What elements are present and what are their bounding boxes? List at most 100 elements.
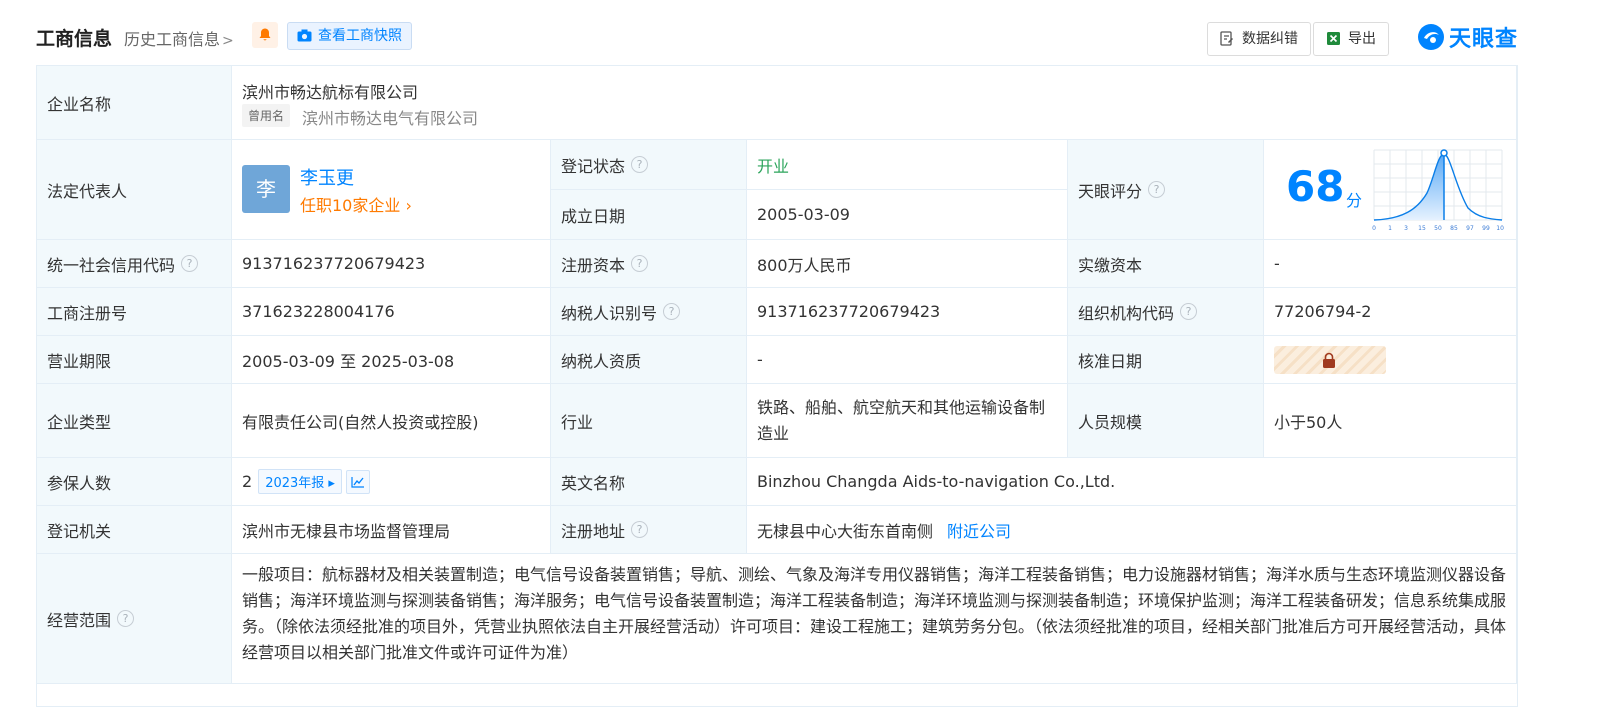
org-code-label: 组织机构代码? [1068, 288, 1264, 336]
data-correct-label[interactable]: 数据纠错 [1242, 31, 1298, 47]
legal-rep-name-link[interactable]: 李玉更 [300, 164, 354, 190]
avatar[interactable]: 李 [242, 165, 290, 213]
reg-no-label: 工商注册号 [37, 288, 232, 336]
help-icon[interactable]: ? [631, 255, 649, 272]
scope-value: 一般项目：航标器材及相关装置制造；电气信号设备装置销售；导航、测绘、气象及海洋专… [232, 554, 1517, 684]
legal-rep-cell: 李 李玉更 任职10家企业 › [232, 140, 551, 240]
bell-button[interactable] [252, 22, 278, 48]
locked-value-button[interactable] [1274, 346, 1386, 374]
label-text: 人员规模 [1078, 412, 1143, 432]
value-text: 2005-03-09 至 2025-03-08 [242, 351, 455, 371]
insured-value: 2 2023年报 ▸ [232, 458, 551, 506]
score-unit: 分 [1346, 191, 1363, 210]
tick-labels: 0 1 3 15 50 85 97 99 100 [1372, 225, 1508, 232]
section-header: 工商信息 历史工商信息 > 查看工商快照 数据纠错 导出 天眼查 [36, 18, 1519, 56]
taxpayer-qual-label: 纳税人资质 [551, 336, 747, 384]
staff-size-value: 小于50人 [1264, 384, 1517, 458]
authority-label: 登记机关 [37, 506, 232, 554]
label-text: 行业 [561, 412, 594, 432]
label-text: 天眼评分 [1078, 181, 1143, 201]
data-correct-button[interactable]: 数据纠错 [1207, 22, 1311, 56]
score-label: 天眼评分? [1068, 140, 1264, 240]
value-text: 913716237720679423 [757, 302, 941, 321]
help-icon[interactable]: ? [631, 521, 649, 538]
value-text: Binzhou Changda Aids-to-navigation Co.,L… [757, 472, 1116, 491]
english-name-value: Binzhou Changda Aids-to-navigation Co.,L… [747, 458, 1517, 506]
founded-label: 成立日期 [551, 190, 747, 240]
logo-text: 天眼查 [1449, 27, 1519, 52]
value-text: 800万人民币 [757, 255, 852, 275]
bell-icon [259, 28, 271, 41]
help-icon[interactable]: ? [663, 303, 681, 320]
export-label[interactable]: 导出 [1348, 31, 1376, 47]
label-text: 参保人数 [47, 473, 112, 493]
tianyancha-logo: 天眼查 [1417, 21, 1519, 52]
org-code-value: 77206794-2 [1264, 288, 1517, 336]
tick-label: 85 [1450, 225, 1458, 232]
reg-capital-value: 800万人民币 [747, 240, 1068, 288]
industry-label: 行业 [551, 384, 747, 458]
value-text: 371623228004176 [242, 302, 395, 321]
excel-icon [1327, 32, 1340, 45]
tick-label: 100 [1496, 225, 1504, 232]
help-icon[interactable]: ? [631, 156, 649, 173]
export-button[interactable]: 导出 [1313, 22, 1389, 56]
tick-label: 50 [1434, 225, 1442, 232]
score-distribution-chart: 0 1 3 15 50 85 97 99 100 [1372, 148, 1508, 234]
label-text: 营业期限 [47, 351, 112, 371]
tick-label: 3 [1404, 225, 1408, 232]
approval-date-value [1264, 336, 1517, 384]
label-text: 纳税人资质 [561, 351, 642, 371]
insured-label: 参保人数 [37, 458, 232, 506]
value-text: 有限责任公司(自然人投资或控股) [242, 412, 479, 432]
authority-value: 滨州市无棣县市场监督管理局 [232, 506, 551, 554]
camera-icon [297, 29, 312, 42]
english-name-label: 英文名称 [551, 458, 747, 506]
annual-report-year-button[interactable]: 2023年报 ▸ [258, 469, 342, 494]
help-icon[interactable]: ? [117, 610, 135, 627]
former-name-tag: 曾用名 [242, 104, 291, 127]
value-text: 小于50人 [1274, 412, 1343, 432]
score-marker-dot [1440, 149, 1448, 157]
former-name: 滨州市畅达电气有限公司 [302, 109, 479, 128]
label-text: 登记机关 [47, 521, 112, 541]
nearby-companies-link[interactable]: 附近公司 [947, 518, 1011, 542]
taxpayer-id-value: 913716237720679423 [747, 288, 1068, 336]
company-type-value: 有限责任公司(自然人投资或控股) [232, 384, 551, 458]
score-curve-svg: 0 1 3 15 50 85 97 99 100 [1372, 149, 1508, 232]
label-text: 实缴资本 [1078, 255, 1143, 275]
value-text: 913716237720679423 [242, 254, 426, 273]
address-label: 注册地址? [551, 506, 747, 554]
year-text[interactable]: 2023年报 [265, 476, 324, 491]
label-text: 注册资本 [561, 255, 626, 275]
score-value: 68 [1286, 162, 1345, 211]
snapshot-button[interactable]: 查看工商快照 [287, 22, 412, 50]
tick-label: 99 [1482, 225, 1490, 232]
label-text: 登记状态 [561, 156, 626, 176]
label-text: 成立日期 [561, 206, 626, 226]
edit-doc-icon [1220, 31, 1234, 46]
taxpayer-id-label: 纳税人识别号? [551, 288, 747, 336]
label-text: 统一社会信用代码 [47, 255, 176, 275]
history-link[interactable]: 历史工商信息 > [124, 26, 234, 50]
legal-rep-roles-link[interactable]: 任职10家企业 › [300, 192, 412, 216]
roles-text[interactable]: 任职10家企业 [300, 196, 400, 215]
help-icon[interactable]: ? [181, 255, 199, 272]
tick-label: 1 [1388, 225, 1392, 232]
status-text: 开业 [757, 156, 790, 176]
paid-capital-label: 实缴资本 [1068, 240, 1264, 288]
score-cell[interactable]: 68 分 0 1 3 15 50 85 97 99 100 [1264, 140, 1517, 240]
value-text: 2005-03-09 [757, 205, 850, 224]
label-text: 组织机构代码 [1078, 303, 1175, 323]
trend-chart-button[interactable] [345, 469, 370, 494]
staff-size-label: 人员规模 [1068, 384, 1264, 458]
help-icon[interactable]: ? [1180, 303, 1198, 320]
address-value: 无棣县中心大街东首南侧 附近公司 [747, 506, 1517, 554]
help-icon[interactable]: ? [1148, 181, 1166, 198]
history-link-label[interactable]: 历史工商信息 [124, 30, 220, 49]
snapshot-label[interactable]: 查看工商快照 [318, 28, 402, 44]
founded-value: 2005-03-09 [747, 190, 1068, 240]
credit-code-value: 913716237720679423 [232, 240, 551, 288]
label-text: 核准日期 [1078, 351, 1143, 371]
value-text: 77206794-2 [1274, 302, 1372, 321]
